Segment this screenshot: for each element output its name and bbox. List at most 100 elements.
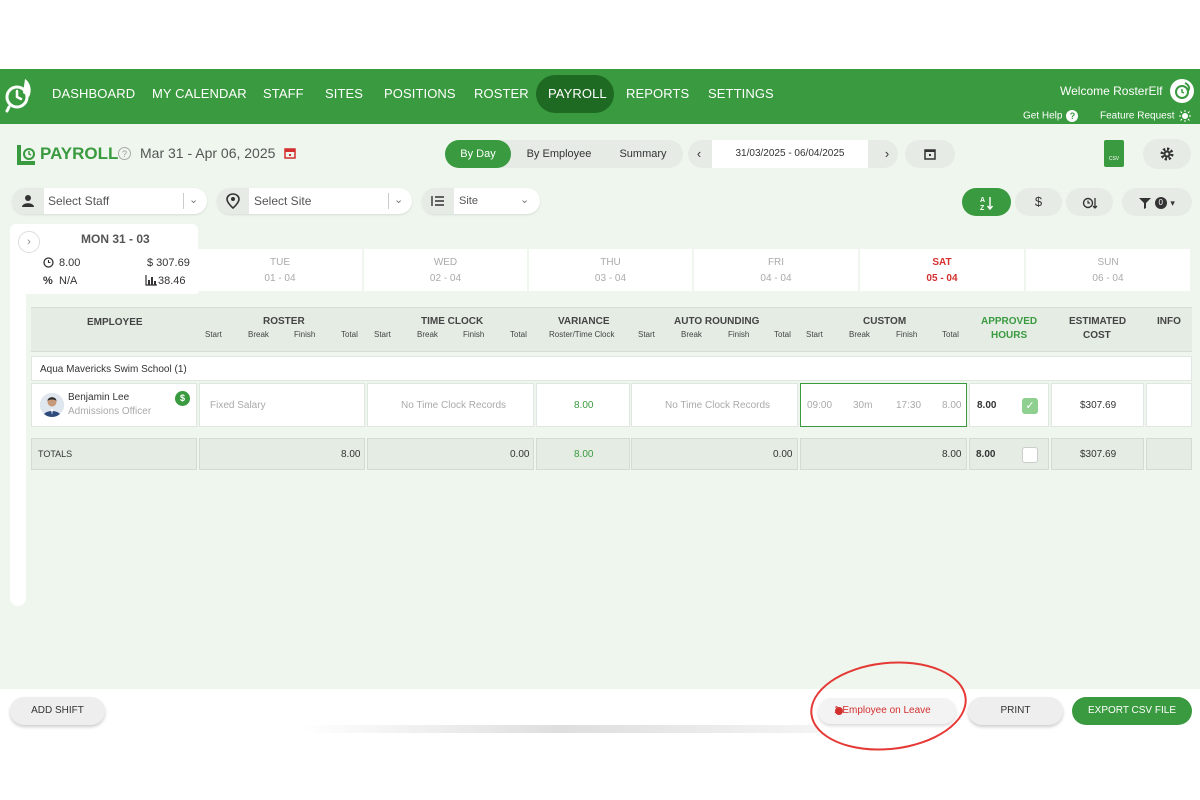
totals-label: TOTALS: [38, 449, 73, 459]
time-clock-cell[interactable]: No Time Clock Records: [367, 383, 534, 427]
get-help-link[interactable]: Get Help?: [1023, 110, 1079, 122]
day-sun[interactable]: SUN 06 - 04: [1026, 249, 1190, 291]
cost-toggle-button[interactable]: $: [1015, 188, 1062, 216]
lightbulb-icon: [1179, 110, 1192, 122]
clock-icon: [43, 257, 54, 268]
day-date: 02 - 04: [429, 273, 462, 284]
day-tue[interactable]: TUE 01 - 04: [198, 249, 362, 291]
totals-auto-rounding: 0.00: [773, 449, 793, 460]
approve-all-checkbox[interactable]: [1022, 447, 1038, 463]
totals-cost: $307.69: [1080, 449, 1117, 460]
tab-by-day[interactable]: By Day: [445, 140, 511, 168]
time-sort-button[interactable]: [1066, 188, 1113, 216]
settings-button[interactable]: [1143, 139, 1191, 169]
payroll-content: PAYROLL ? Mar 31 - Apr 06, 2025 By Day B…: [0, 124, 1200, 689]
nav-settings[interactable]: SETTINGS: [708, 86, 774, 101]
sub-break: Break: [849, 330, 870, 339]
nav-sites[interactable]: SITES: [325, 86, 363, 101]
variance-value: 8.00: [574, 400, 594, 411]
active-day-label: MON 31 - 03: [81, 232, 150, 246]
day-date: 01 - 04: [264, 273, 296, 284]
sub-break: Break: [248, 330, 269, 339]
sort-az-icon: A Z: [980, 196, 993, 212]
custom-cell[interactable]: 09:00 30m 17:30 8.00: [800, 383, 967, 427]
day-wed[interactable]: WED 02 - 04: [364, 249, 527, 291]
csv-file-icon[interactable]: CSV: [1104, 140, 1124, 167]
percent-icon: %: [43, 275, 53, 287]
site-select[interactable]: Select Site ⌄: [217, 188, 412, 214]
date-range-text: Mar 31 - Apr 06, 2025: [140, 145, 276, 161]
tab-by-employee[interactable]: By Employee: [519, 140, 599, 168]
staff-select[interactable]: Select Staff ⌄: [12, 188, 207, 214]
top-navbar: DASHBOARD MY CALENDAR STAFF SITES POSITI…: [0, 69, 1200, 125]
day-thu[interactable]: THU 03 - 04: [529, 249, 692, 291]
nav-dashboard[interactable]: DASHBOARD: [52, 86, 135, 101]
feature-request-link[interactable]: Feature Request: [1100, 110, 1192, 122]
dollar-icon: $: [1034, 194, 1043, 209]
custom-total: 8.00: [942, 400, 962, 411]
nav-reports[interactable]: REPORTS: [626, 86, 689, 101]
nav-positions[interactable]: POSITIONS: [384, 86, 456, 101]
rosterelf-logo-icon[interactable]: [5, 77, 33, 113]
header-custom: CUSTOM: [863, 316, 907, 327]
totals-approved-cell: 8.00: [969, 438, 1049, 470]
approve-checkbox[interactable]: ✓: [1022, 398, 1038, 414]
nav-payroll[interactable]: PAYROLL: [548, 86, 607, 101]
day-fri[interactable]: FRI 04 - 04: [694, 249, 858, 291]
totals-time-clock-cell: 0.00: [367, 438, 534, 470]
employee-cell[interactable]: Benjamin Lee Admissions Officer $: [31, 383, 197, 427]
info-cell[interactable]: [1146, 383, 1192, 427]
header-estimated: ESTIMATED: [1069, 316, 1127, 327]
user-avatar[interactable]: [1170, 79, 1194, 103]
totals-time-clock: 0.00: [510, 449, 530, 460]
payroll-clock-icon: [17, 145, 35, 165]
totals-approved: 8.00: [976, 449, 996, 460]
group-by-select[interactable]: Site ⌄: [422, 188, 540, 214]
header-info: INFO: [1157, 316, 1181, 327]
site-group-row[interactable]: Aqua Mavericks Swim School (1): [31, 356, 1192, 381]
nav-staff[interactable]: STAFF: [263, 86, 304, 101]
sub-finish: Finish: [463, 330, 485, 339]
calendar-button[interactable]: [905, 140, 955, 168]
print-button[interactable]: PRINT: [968, 697, 1063, 725]
chevron-down-icon: ⌄: [189, 194, 199, 206]
person-icon: [22, 195, 34, 207]
day-name: WED: [433, 257, 458, 268]
expand-sidebar-button[interactable]: ›: [18, 231, 40, 253]
day-name: SAT: [932, 257, 952, 268]
roster-value: Fixed Salary: [210, 400, 266, 411]
export-csv-button[interactable]: EXPORT CSV FILE: [1072, 697, 1192, 725]
sub-finish: Finish: [728, 330, 750, 339]
next-week-button[interactable]: ›: [876, 140, 898, 168]
header-roster: ROSTER: [263, 316, 305, 327]
day-sat[interactable]: SAT 05 - 04: [860, 249, 1024, 291]
header-approved-hours: HOURS: [991, 330, 1028, 341]
tab-summary[interactable]: Summary: [609, 140, 677, 168]
svg-text:Z: Z: [980, 205, 985, 211]
roster-cell[interactable]: Fixed Salary: [199, 383, 365, 427]
custom-start: 09:00: [807, 400, 833, 411]
nav-roster[interactable]: ROSTER: [474, 86, 529, 101]
staff-select-divider: [183, 193, 184, 209]
filter-funnel-icon: [1139, 197, 1152, 209]
day-date: 03 - 04: [594, 273, 627, 284]
group-by-icon-wrap: [422, 188, 454, 214]
filter-button[interactable]: 0 ▾: [1122, 188, 1192, 216]
date-picker-input[interactable]: 31/03/2025 - 06/04/2025: [712, 140, 868, 168]
auto-rounding-cell[interactable]: No Time Clock Records: [631, 383, 798, 427]
totals-variance-cell: 8.00: [536, 438, 630, 470]
employee-photo-icon: [40, 393, 64, 417]
add-shift-button[interactable]: ADD SHIFT: [10, 697, 105, 725]
sub-total: Total: [774, 330, 791, 339]
sub-start: Start: [374, 330, 391, 339]
header-auto-rounding: AUTO ROUNDING: [674, 316, 760, 327]
calendar-red-icon[interactable]: [284, 147, 296, 159]
day-name: THU: [600, 257, 621, 268]
footer-shadow: [300, 725, 820, 733]
prev-week-button[interactable]: ‹: [688, 140, 710, 168]
nav-my-calendar[interactable]: MY CALENDAR: [152, 86, 247, 101]
payroll-table-header: EMPLOYEE ROSTER Start Break Finish Total…: [31, 307, 1192, 352]
help-question-icon[interactable]: ?: [118, 147, 131, 160]
sort-button[interactable]: A Z: [962, 188, 1011, 216]
sub-finish: Finish: [294, 330, 316, 339]
